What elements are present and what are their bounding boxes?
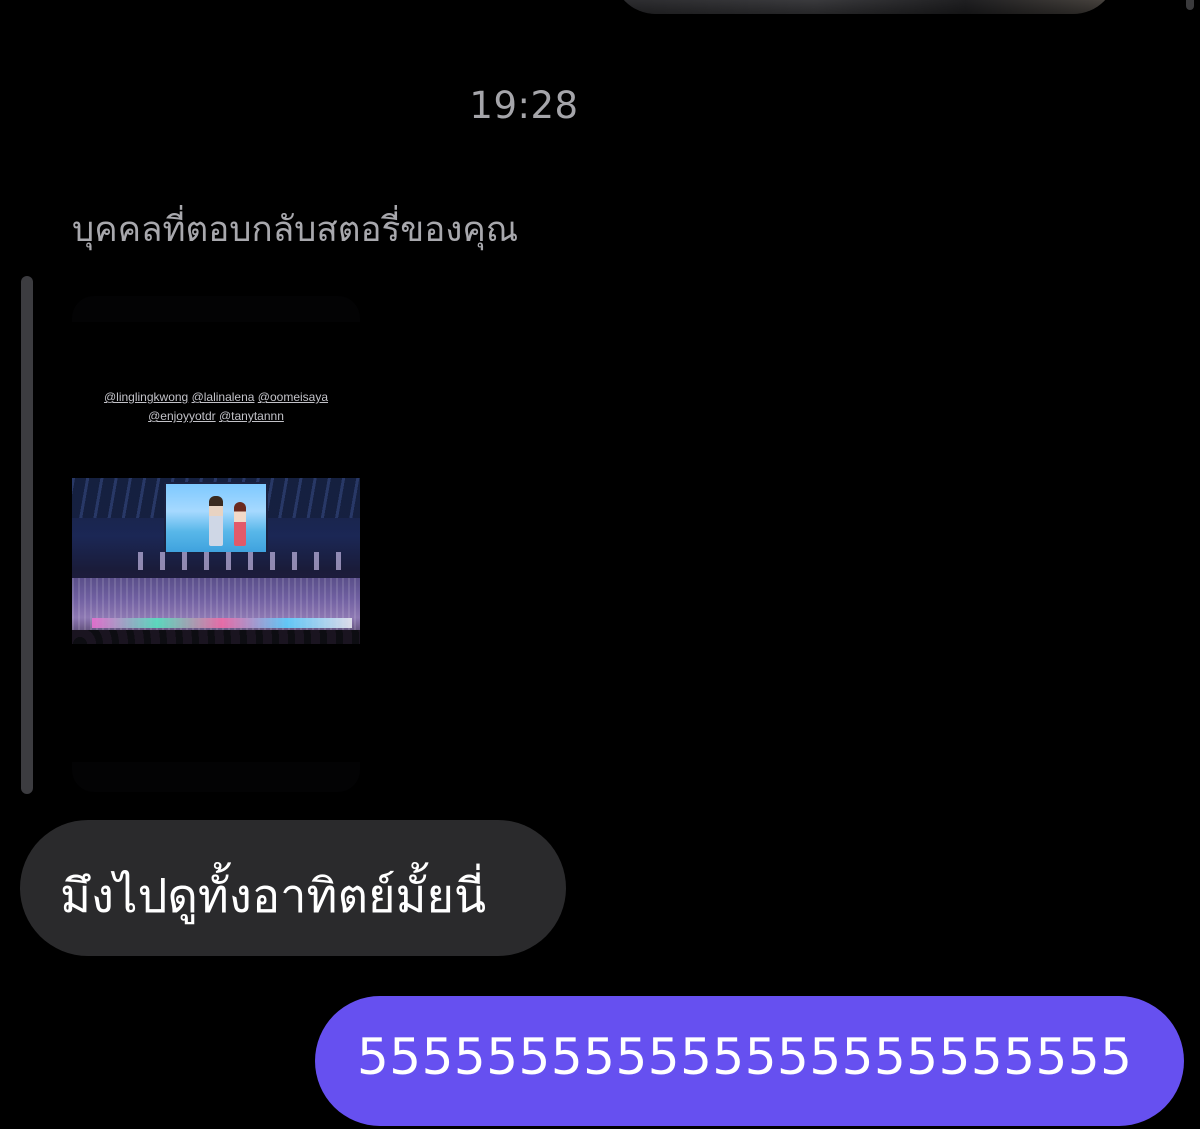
media-shade	[612, 0, 1117, 14]
performer-figure	[209, 496, 223, 546]
mention-tag: @lalinalena	[191, 390, 255, 404]
concert-photo	[72, 478, 360, 644]
previous-media-message[interactable]	[612, 0, 1117, 14]
story-reply-caption: บุคคลที่ตอบกลับสตอรี่ของคุณ	[72, 210, 519, 250]
crowd-heads	[72, 630, 360, 644]
crowd	[72, 578, 360, 644]
reply-indicator-bar	[21, 276, 33, 794]
incoming-message-bubble[interactable]: มึงไปดูทั้งอาทิตย์มั้ยนี่	[20, 820, 566, 956]
outgoing-message-text: 555555555555555555555555	[357, 1028, 1133, 1086]
performer-figure	[234, 502, 246, 546]
story-mentions: @linglingkwong @lalinalena @oomeisaya @e…	[72, 388, 360, 426]
chat-screen: 19:28 บุคคลที่ตอบกลับสตอรี่ของคุณ @lingl…	[0, 0, 1200, 1129]
mentions-line-2: @enjoyyotdr @tanytannn	[72, 407, 360, 426]
outgoing-message-bubble[interactable]: 555555555555555555555555	[315, 996, 1184, 1126]
stage-banners	[138, 552, 358, 570]
mention-tag: @oomeisaya	[257, 390, 329, 404]
mention-tag: @linglingkwong	[103, 390, 189, 404]
stage-lights	[92, 618, 352, 628]
story-frame: @linglingkwong @lalinalena @oomeisaya @e…	[72, 322, 360, 762]
mention-tag: @enjoyyotdr	[148, 409, 216, 423]
scrollbar[interactable]	[1186, 0, 1194, 10]
story-preview[interactable]: @linglingkwong @lalinalena @oomeisaya @e…	[72, 296, 360, 792]
mention-tag: @tanytannn	[218, 409, 284, 423]
message-timestamp: 19:28	[469, 84, 579, 127]
led-screen	[164, 482, 268, 554]
mentions-line-1: @linglingkwong @lalinalena @oomeisaya	[72, 388, 360, 407]
incoming-message-text: มึงไปดูทั้งอาทิตย์มั้ยนี่	[60, 869, 487, 924]
